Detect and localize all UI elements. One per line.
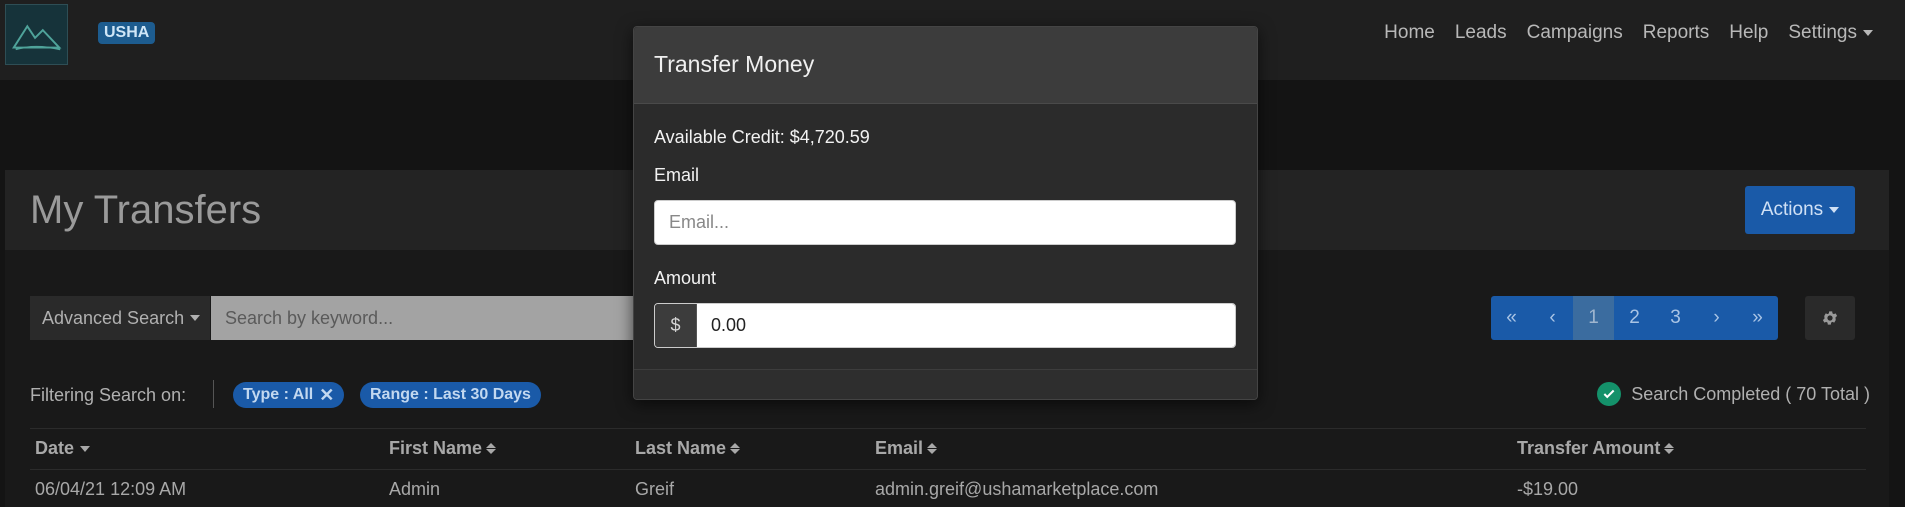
nav-settings-label: Settings: [1788, 22, 1857, 43]
logo[interactable]: [5, 4, 68, 65]
table-settings-button[interactable]: [1805, 296, 1855, 340]
mountain-logo-icon: [12, 24, 62, 51]
sort-icon: [486, 443, 497, 454]
page-2-button[interactable]: 2: [1614, 296, 1655, 340]
modal-footer: [634, 369, 1257, 399]
page-1-button[interactable]: 1: [1573, 296, 1614, 340]
col-email[interactable]: Email: [875, 438, 938, 459]
col-transfer-amount[interactable]: Transfer Amount: [1517, 438, 1675, 459]
gear-icon: [1822, 311, 1838, 325]
nav-settings[interactable]: Settings: [1788, 22, 1873, 44]
brand-badge: USHA: [98, 22, 156, 44]
sort-icon: [730, 443, 741, 454]
cell-email: admin.greif@ushamarketplace.com: [875, 479, 1159, 499]
col-date[interactable]: Date: [35, 438, 91, 459]
chevron-down-icon: [1829, 207, 1840, 213]
modal-header: Transfer Money: [634, 27, 1257, 104]
nav-links: Home Leads Campaigns Reports Help Settin…: [1364, 22, 1873, 44]
col-first-name[interactable]: First Name: [389, 438, 497, 459]
available-credit: Available Credit: $4,720.59: [654, 127, 870, 147]
sort-icon: [927, 443, 938, 454]
nav-help[interactable]: Help: [1729, 22, 1768, 44]
email-field[interactable]: [654, 200, 1236, 245]
table-row[interactable]: 06/04/21 12:09 AM Admin Greif admin.grei…: [30, 470, 1866, 507]
table-header: Date First Name Last Name Email Transfer…: [30, 428, 1866, 470]
filter-label: Filtering Search on:: [30, 385, 187, 405]
sort-icon: [1664, 443, 1675, 454]
currency-prefix: $: [655, 304, 697, 347]
advanced-search-button[interactable]: Advanced Search: [30, 296, 210, 340]
sort-desc-icon: [80, 445, 91, 452]
col-transfer-amount-label: Transfer Amount: [1517, 438, 1661, 458]
chevron-down-icon: [1863, 30, 1873, 36]
nav-leads[interactable]: Leads: [1455, 22, 1507, 44]
nav-reports[interactable]: Reports: [1643, 22, 1710, 44]
email-label: Email: [654, 165, 700, 185]
cell-date: 06/04/21 12:09 AM: [35, 479, 187, 499]
filter-chip-range[interactable]: Range : Last 30 Days: [360, 382, 541, 408]
amount-label: Amount: [654, 268, 717, 288]
transfer-money-modal: Transfer Money Available Credit: $4,720.…: [633, 26, 1258, 400]
nav-campaigns[interactable]: Campaigns: [1527, 22, 1623, 44]
col-email-label: Email: [875, 438, 924, 458]
status-text: Search Completed ( 70 Total ): [1631, 383, 1870, 404]
actions-button[interactable]: Actions: [1745, 186, 1855, 234]
page-3-button[interactable]: 3: [1655, 296, 1696, 340]
col-last-name-label: Last Name: [635, 438, 727, 458]
cell-last-name: Greif: [635, 479, 675, 499]
divider: [213, 380, 214, 408]
chip-label: Type : All: [243, 386, 314, 403]
cell-transfer-amount: -$19.00: [1517, 479, 1579, 499]
cell-first-name: Admin: [389, 479, 441, 499]
nav-home[interactable]: Home: [1384, 22, 1435, 44]
check-circle-icon: [1597, 382, 1622, 406]
actions-label: Actions: [1760, 199, 1824, 220]
close-icon[interactable]: ✕: [319, 385, 334, 406]
page-last-button[interactable]: »: [1737, 296, 1778, 340]
page-next-button[interactable]: ›: [1696, 296, 1737, 340]
amount-group: $: [654, 303, 1236, 348]
page-first-button[interactable]: «: [1491, 296, 1532, 340]
col-last-name[interactable]: Last Name: [635, 438, 741, 459]
chevron-down-icon: [190, 315, 201, 321]
advanced-search-label: Advanced Search: [42, 307, 185, 328]
col-first-name-label: First Name: [389, 438, 483, 458]
page-title: My Transfers: [30, 188, 262, 232]
pagination: « ‹ 1 2 3 › »: [1491, 296, 1778, 340]
page-prev-button[interactable]: ‹: [1532, 296, 1573, 340]
search-input[interactable]: [211, 296, 681, 340]
modal-title: Transfer Money: [654, 51, 815, 77]
amount-field[interactable]: [697, 304, 1235, 347]
search-status: Search Completed ( 70 Total ): [1597, 382, 1870, 406]
chip-label: Range : Last 30 Days: [370, 386, 531, 403]
col-date-label: Date: [35, 438, 75, 458]
filter-chip-type[interactable]: Type : All ✕: [233, 382, 345, 408]
